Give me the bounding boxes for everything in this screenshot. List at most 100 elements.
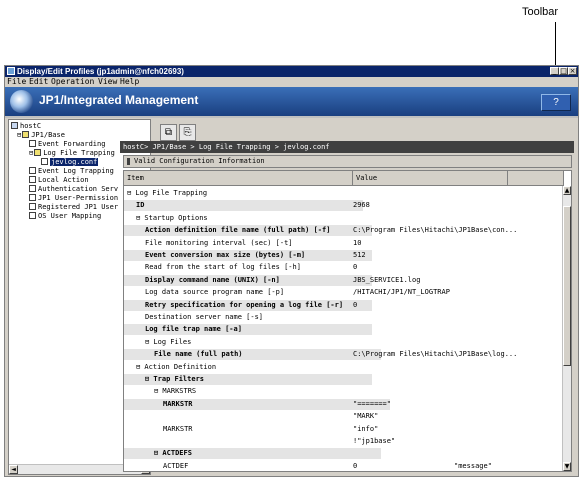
value-cell — [353, 374, 562, 385]
value-cell — [353, 386, 562, 397]
tree-item-label: hostC — [20, 122, 42, 130]
table-row[interactable]: Destination server name [-s] — [124, 312, 562, 323]
window-title: Display/Edit Profiles (jp1admin@nfch0269… — [17, 67, 184, 76]
table-row[interactable]: ID 2968 — [124, 200, 562, 212]
table-row[interactable]: ⊟ Startup Options — [124, 213, 562, 224]
folder-icon — [34, 149, 42, 156]
table-row[interactable]: Event conversion max size (bytes) [-m] 51… — [124, 250, 562, 261]
item-cell: ⊟ Startup Options — [136, 213, 208, 222]
file-icon — [29, 167, 36, 174]
host-icon — [11, 122, 18, 129]
collapse-icon[interactable]: ⊟ — [29, 149, 33, 157]
value-cell: !"jp1base" — [353, 437, 396, 445]
menu-view[interactable]: View — [98, 77, 117, 87]
file-icon — [41, 158, 48, 165]
column-header-value[interactable]: Value — [353, 171, 508, 186]
breadcrumb: hostC> JP1/Base > Log File Trapping > je… — [120, 141, 574, 153]
table-row[interactable]: "MARK" — [124, 411, 562, 422]
table-row[interactable]: File monitoring interval (sec) [-t] 10 — [124, 238, 562, 249]
product-title: JP1/Integrated Management — [39, 93, 199, 107]
display-icon[interactable]: ⧉ — [160, 124, 177, 141]
valid-config-label: Valid Configuration Information — [134, 157, 265, 165]
table-row[interactable]: Log data source program name [-p] /HITACH… — [124, 287, 562, 298]
tree-item[interactable]: jevlog.conf — [41, 158, 99, 167]
help-button[interactable]: ? — [541, 94, 571, 111]
table-vertical-scrollbar[interactable]: ▲ ▼ — [562, 186, 571, 471]
value-cell: 2968 — [353, 201, 370, 210]
scroll-down-icon[interactable]: ▼ — [563, 462, 571, 471]
tree-item[interactable]: Local Action — [29, 176, 89, 185]
minimize-button[interactable]: _ — [550, 67, 559, 75]
tree-item[interactable]: ⊟ JP1/Base — [17, 131, 65, 140]
title-bar[interactable]: Display/Edit Profiles (jp1admin@nfch0269… — [5, 66, 578, 77]
tree-item-label: JP1 User-Permission — [38, 194, 119, 202]
value-cell — [353, 213, 562, 224]
maximize-button[interactable]: □ — [559, 67, 568, 75]
menu-help[interactable]: Help — [120, 77, 139, 87]
table-row[interactable]: ⊟ Trap Filters — [124, 374, 562, 385]
item-cell — [124, 411, 390, 422]
table-row[interactable]: Log file trap name [-a] — [124, 324, 562, 336]
tree-item-label: Event Log Trapping — [38, 167, 114, 175]
tree-item-label: Registered JP1 User — [38, 203, 119, 211]
config-table: Item Value ⊟ Log File Trapping ID 2968 ⊟ St… — [123, 170, 572, 472]
item-cell: ⊟ MARKSTRS — [154, 387, 197, 396]
column-header-item[interactable]: Item — [124, 171, 353, 186]
table-row[interactable]: MARKSTR "info" — [124, 424, 562, 435]
table-row[interactable]: ⊟ ACTDEFS — [124, 448, 562, 460]
table-row[interactable]: File name (full path) C:\Program Files\Hi… — [124, 349, 562, 361]
item-cell: Action definition file name (full path) … — [124, 225, 372, 237]
value-cell: 512 — [353, 251, 366, 259]
item-cell: Log data source program name [-p] — [145, 288, 285, 297]
item-cell: Retry specification for opening a log fi… — [124, 299, 372, 311]
table-row[interactable]: Retry specification for opening a log fi… — [124, 299, 562, 311]
scroll-up-icon[interactable]: ▲ — [563, 186, 571, 195]
table-row[interactable]: Action definition file name (full path) … — [124, 225, 562, 237]
file-icon — [29, 185, 36, 192]
value-cell: 0 — [353, 263, 358, 272]
collapse-icon[interactable]: ⊟ — [17, 131, 21, 139]
file-icon — [29, 140, 36, 147]
valid-config-header: Valid Configuration Information — [123, 155, 572, 168]
tree-item[interactable]: Registered JP1 User — [29, 203, 118, 212]
tree-item[interactable]: JP1 User-Permission — [29, 194, 118, 203]
value-cell: C:\Program Files\Hitachi\JP1Base\con... — [353, 226, 518, 235]
scroll-left-icon[interactable]: ◄ — [9, 465, 18, 474]
table-row[interactable]: ⊟ Action Definition — [124, 362, 562, 373]
item-cell: Log file trap name [-a] — [124, 324, 372, 336]
folder-icon — [22, 131, 30, 138]
value-cell: "=======" — [353, 399, 391, 408]
tree-item[interactable]: hostC — [11, 122, 41, 131]
table-row[interactable]: ACTDEF 0 "message" — [124, 461, 562, 471]
close-button[interactable]: × — [568, 67, 577, 75]
table-row[interactable]: ⊟ MARKSTRS — [124, 386, 562, 397]
item-cell: ⊟ Trap Filters — [124, 374, 372, 385]
table-row[interactable]: Read from the start of log files [-h] 0 — [124, 262, 562, 273]
tree-item[interactable]: Event Log Trapping — [29, 167, 114, 176]
value-cell — [353, 312, 562, 323]
value-cell — [353, 188, 562, 199]
file-icon — [29, 203, 36, 210]
item-cell: Read from the start of log files [-h] — [145, 263, 301, 272]
menu-operation[interactable]: Operation — [51, 77, 94, 87]
file-icon — [29, 194, 36, 201]
table-row[interactable]: !"jp1base" — [124, 436, 562, 447]
table-row[interactable]: MARKSTR "=======" — [124, 398, 562, 410]
tree-item[interactable]: ⊟ Log File Trapping — [29, 149, 115, 158]
table-row[interactable]: Display command name (UNIX) [-n] JBS_SERV… — [124, 274, 562, 286]
tree-item-label: JP1/Base — [31, 131, 65, 139]
table-row[interactable]: ⊟ Log File Trapping — [124, 188, 562, 199]
tree-item-label: OS User Mapping — [38, 212, 102, 220]
tree-item[interactable]: OS User Mapping — [29, 212, 101, 221]
tree-item-label: Authentication Serv — [38, 185, 119, 193]
table-row[interactable]: ⊟ Log Files — [124, 337, 562, 348]
menu-file[interactable]: File — [7, 77, 26, 87]
value-cell — [353, 337, 562, 348]
tree-item[interactable]: Event Forwarding — [29, 140, 105, 149]
copy-icon[interactable]: ⎘ — [179, 124, 196, 141]
scroll-thumb[interactable] — [563, 206, 571, 366]
tree-item[interactable]: Authentication Serv — [29, 185, 118, 194]
menu-edit[interactable]: Edit — [29, 77, 48, 87]
value-cell: 10 — [353, 238, 362, 247]
item-cell: ⊟ Log File Trapping — [127, 189, 208, 197]
